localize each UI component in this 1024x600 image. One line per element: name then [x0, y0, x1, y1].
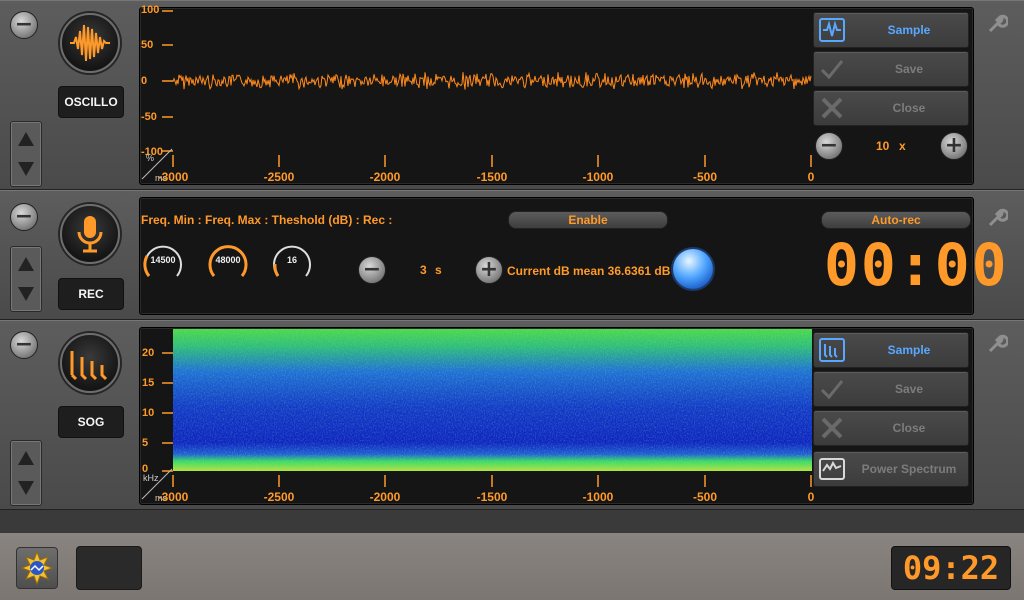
rec-reorder-control[interactable]: [10, 246, 42, 312]
rec-duration-value: 3: [420, 263, 427, 277]
microphone-icon[interactable]: [60, 204, 120, 264]
rec-duration-minus-button[interactable]: −: [358, 256, 386, 284]
freq-min-value: 14500: [150, 255, 176, 265]
zoom-value: 10: [876, 139, 890, 153]
close-icon: [818, 414, 846, 442]
move-up-icon[interactable]: [15, 447, 37, 469]
freq-max-knob[interactable]: 48000: [206, 240, 250, 284]
rec-duration-plus-button[interactable]: +: [475, 256, 503, 284]
spectrogram-icon[interactable]: [60, 333, 120, 393]
x-tick-label: -1500: [476, 490, 508, 504]
y-unit-label: %: [146, 153, 155, 163]
clock-time: 09:22: [902, 549, 1000, 587]
oscillo-sample-button[interactable]: Sample: [813, 12, 969, 48]
zoom-in-button[interactable]: +: [940, 132, 968, 160]
close-icon: [818, 94, 846, 122]
close-label: Close: [892, 421, 926, 435]
move-down-icon[interactable]: [15, 158, 37, 180]
oscillo-save-button[interactable]: Save: [813, 51, 969, 87]
sample-wave-icon: [818, 16, 846, 44]
enable-button[interactable]: Enable: [508, 211, 668, 229]
x-tick-label: 0: [807, 170, 815, 184]
freq-max-value: 48000: [215, 255, 241, 265]
rec-settings-header: Freq. Min : Freq. Max : Theshold (dB) : …: [141, 213, 393, 227]
sog-panel: − SOG 20 15 10 5 0 kHz ms -3000 -2500 -2…: [0, 320, 1024, 510]
bottom-toolbar: 09:22: [0, 533, 1024, 600]
collapse-sog-button[interactable]: −: [10, 331, 38, 359]
move-up-icon[interactable]: [15, 253, 37, 275]
threshold-knob[interactable]: 16: [270, 240, 314, 284]
x-tick-label: 0: [807, 490, 815, 504]
x-tick-label: -2500: [263, 490, 295, 504]
close-label: Close: [892, 101, 926, 115]
move-up-icon[interactable]: [15, 128, 37, 150]
sample-label: Sample: [887, 343, 931, 357]
save-label: Save: [894, 62, 924, 76]
power-spectrum-label: Power Spectrum: [861, 462, 957, 476]
move-down-icon[interactable]: [15, 477, 37, 499]
zoom-out-button[interactable]: −: [815, 132, 843, 160]
oscillo-plot[interactable]: [140, 7, 812, 183]
oscillo-waveform: [172, 71, 812, 91]
sog-sample-button[interactable]: Sample: [813, 332, 969, 368]
checkmark-icon: [818, 55, 846, 83]
oscillo-waveform-icon[interactable]: [60, 13, 120, 73]
zoom-unit: x: [899, 139, 906, 153]
oscillo-panel: − OSCILLO 100 50 0 -50 -100 % ms -3000 -…: [0, 0, 1024, 190]
clock-display: 09:22: [891, 546, 1011, 590]
x-tick-label: -1000: [582, 170, 614, 184]
rec-label[interactable]: REC: [58, 278, 124, 310]
freq-min-knob[interactable]: 14500: [141, 240, 185, 284]
settings-wrench-icon[interactable]: [986, 207, 1010, 229]
move-down-icon[interactable]: [15, 283, 37, 305]
x-tick-label: -3000: [157, 490, 189, 504]
x-tick-label: -3000: [157, 170, 189, 184]
db-mean-readout: Current dB mean 36.6361 dB: [507, 264, 671, 278]
x-tick-label: -2000: [369, 170, 401, 184]
power-spectrum-button[interactable]: Power Spectrum: [813, 451, 969, 487]
app-logo-icon[interactable]: [16, 547, 58, 589]
rec-duration-unit: s: [435, 263, 442, 277]
settings-wrench-icon[interactable]: [986, 333, 1010, 355]
threshold-value: 16: [286, 255, 297, 265]
x-tick-label: -1500: [476, 170, 508, 184]
x-tick-label: -2500: [263, 170, 295, 184]
blank-action-button[interactable]: [76, 546, 142, 590]
record-status-orb-icon[interactable]: [673, 249, 713, 289]
sog-label[interactable]: SOG: [58, 406, 124, 438]
checkmark-icon: [818, 375, 846, 403]
x-tick-label: -1000: [582, 490, 614, 504]
save-label: Save: [894, 382, 924, 396]
sog-reorder-control[interactable]: [10, 440, 42, 506]
y-unit-label: kHz: [143, 473, 159, 483]
sample-label: Sample: [887, 23, 931, 37]
oscillo-label[interactable]: OSCILLO: [58, 86, 124, 118]
oscillo-reorder-control[interactable]: [10, 121, 42, 187]
oscillo-close-button[interactable]: Close: [813, 90, 969, 126]
sample-spectrogram-icon: [818, 336, 846, 364]
sog-close-button[interactable]: Close: [813, 410, 969, 446]
x-tick-label: -500: [692, 490, 718, 504]
x-tick-label: -500: [692, 170, 718, 184]
sog-save-button[interactable]: Save: [813, 371, 969, 407]
autorec-button[interactable]: Auto-rec: [821, 211, 971, 229]
rec-panel: − REC Freq. Min : Freq. Max : Theshold (…: [0, 190, 1024, 320]
collapse-rec-button[interactable]: −: [10, 203, 38, 231]
power-spectrum-icon: [818, 455, 846, 483]
collapse-oscillo-button[interactable]: −: [10, 11, 38, 39]
sog-plot[interactable]: [140, 327, 812, 503]
settings-wrench-icon[interactable]: [986, 13, 1010, 35]
rec-timer: 00:00: [824, 231, 1009, 299]
x-tick-label: -2000: [369, 490, 401, 504]
